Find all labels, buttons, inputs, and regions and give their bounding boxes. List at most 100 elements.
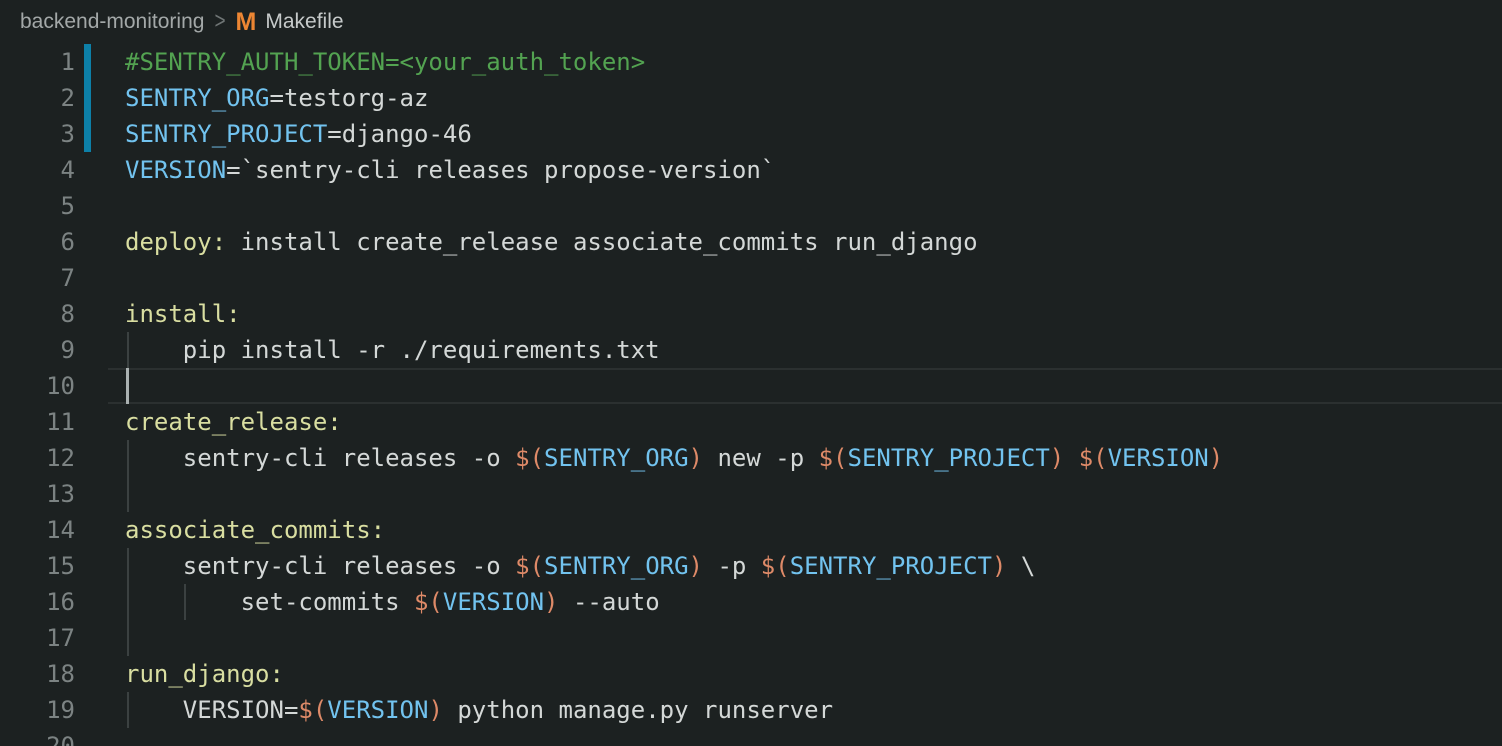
line-number[interactable]: 16 [0, 584, 75, 620]
code-content[interactable]: sentry-cli releases -o $(SENTRY_ORG) -p … [125, 548, 1502, 584]
line-row[interactable]: 16 set-commits $(VERSION) --auto [0, 584, 1502, 620]
breadcrumb: backend-monitoring > M Makefile [0, 0, 1502, 44]
line-number[interactable]: 2 [0, 80, 75, 116]
line-number[interactable]: 5 [0, 188, 75, 224]
line-row[interactable]: 7 [0, 260, 1502, 296]
chevron-right-icon: > [214, 8, 225, 36]
code-text: #SENTRY_AUTH_TOKEN=<your_auth_token> [125, 48, 645, 76]
gutter-decorations [75, 728, 125, 746]
gutter-decorations [75, 116, 125, 152]
line-row[interactable]: 5 [0, 188, 1502, 224]
code-content[interactable]: VERSION=$(VERSION) python manage.py runs… [125, 692, 1502, 728]
gutter-decorations [75, 296, 125, 332]
code-text: deploy: install create_release associate… [125, 228, 978, 256]
makefile-icon: M [236, 10, 257, 35]
line-number[interactable]: 19 [0, 692, 75, 728]
modified-indicator [84, 80, 91, 116]
code-text: SENTRY_ORG=testorg-az [125, 84, 428, 112]
line-row[interactable]: 1 #SENTRY_AUTH_TOKEN=<your_auth_token> [0, 44, 1502, 80]
breadcrumb-file[interactable]: Makefile [265, 10, 343, 34]
line-number[interactable]: 11 [0, 404, 75, 440]
code-text: sentry-cli releases -o $(SENTRY_ORG) new… [125, 444, 1223, 472]
code-text: sentry-cli releases -o $(SENTRY_ORG) -p … [125, 552, 1035, 580]
code-content[interactable]: deploy: install create_release associate… [125, 224, 1502, 260]
line-number[interactable]: 9 [0, 332, 75, 368]
gutter-decorations [75, 80, 125, 116]
line-row[interactable]: 9 pip install -r ./requirements.txt [0, 332, 1502, 368]
line-row[interactable]: 14 associate_commits: [0, 512, 1502, 548]
code-text: run_django: [125, 660, 284, 688]
line-number[interactable]: 12 [0, 440, 75, 476]
code-content[interactable]: #SENTRY_AUTH_TOKEN=<your_auth_token> [125, 44, 1502, 80]
gutter-decorations [75, 404, 125, 440]
line-row[interactable]: 15 sentry-cli releases -o $(SENTRY_ORG) … [0, 548, 1502, 584]
code-content[interactable]: create_release: [125, 404, 1502, 440]
line-number[interactable]: 7 [0, 260, 75, 296]
line-row[interactable]: 11 create_release: [0, 404, 1502, 440]
editor-lines[interactable]: 1 #SENTRY_AUTH_TOKEN=<your_auth_token> 2 SE… [0, 44, 1502, 746]
gutter-decorations [75, 440, 125, 476]
line-number[interactable]: 8 [0, 296, 75, 332]
line-row[interactable]: 10 [0, 368, 1502, 404]
code-content[interactable] [125, 188, 1502, 224]
code-text: install: [125, 300, 241, 328]
line-number[interactable]: 1 [0, 44, 75, 80]
code-text: set-commits $(VERSION) --auto [125, 588, 660, 616]
code-content[interactable]: install: [125, 296, 1502, 332]
gutter-decorations [75, 692, 125, 728]
code-content[interactable]: SENTRY_PROJECT=django-46 [125, 116, 1502, 152]
line-number[interactable]: 14 [0, 512, 75, 548]
line-row[interactable]: 12 sentry-cli releases -o $(SENTRY_ORG) … [0, 440, 1502, 476]
line-row[interactable]: 18 run_django: [0, 656, 1502, 692]
indent-guide [127, 476, 129, 512]
line-row[interactable]: 3 SENTRY_PROJECT=django-46 [0, 116, 1502, 152]
gutter-decorations [75, 476, 125, 512]
line-number[interactable]: 15 [0, 548, 75, 584]
line-row[interactable]: 4 VERSION=`sentry-cli releases propose-ve… [0, 152, 1502, 188]
code-content[interactable]: run_django: [125, 656, 1502, 692]
code-text: associate_commits: [125, 516, 385, 544]
line-number[interactable]: 6 [0, 224, 75, 260]
line-number[interactable]: 20 [0, 728, 75, 746]
line-row[interactable]: 17 [0, 620, 1502, 656]
line-number[interactable]: 10 [0, 368, 75, 404]
code-content[interactable]: associate_commits: [125, 512, 1502, 548]
line-row[interactable]: 19 VERSION=$(VERSION) python manage.py r… [0, 692, 1502, 728]
line-number[interactable]: 17 [0, 620, 75, 656]
code-content[interactable] [125, 476, 1502, 512]
gutter-decorations [75, 224, 125, 260]
line-number[interactable]: 13 [0, 476, 75, 512]
line-row[interactable]: 20 [0, 728, 1502, 746]
code-content[interactable]: SENTRY_ORG=testorg-az [125, 80, 1502, 116]
line-number[interactable]: 4 [0, 152, 75, 188]
line-row[interactable]: 13 [0, 476, 1502, 512]
line-number[interactable]: 3 [0, 116, 75, 152]
code-content[interactable]: sentry-cli releases -o $(SENTRY_ORG) new… [125, 440, 1502, 476]
code-text: VERSION=$(VERSION) python manage.py runs… [125, 696, 833, 724]
code-content[interactable]: pip install -r ./requirements.txt [125, 332, 1502, 368]
line-number[interactable]: 18 [0, 656, 75, 692]
code-text: create_release: [125, 408, 342, 436]
line-row[interactable]: 2 SENTRY_ORG=testorg-az [0, 80, 1502, 116]
modified-indicator [84, 116, 91, 152]
code-content[interactable] [125, 728, 1502, 746]
code-text: pip install -r ./requirements.txt [125, 336, 660, 364]
breadcrumb-folder[interactable]: backend-monitoring [20, 10, 204, 34]
code-content[interactable]: VERSION=`sentry-cli releases propose-ver… [125, 152, 1502, 188]
line-row[interactable]: 8 install: [0, 296, 1502, 332]
code-content[interactable] [125, 260, 1502, 296]
code-text: VERSION=`sentry-cli releases propose-ver… [125, 156, 775, 184]
gutter-decorations [75, 332, 125, 368]
indent-guide [127, 620, 129, 656]
text-cursor [126, 368, 129, 404]
code-content[interactable]: set-commits $(VERSION) --auto [125, 584, 1502, 620]
gutter-decorations [75, 188, 125, 224]
code-content[interactable] [125, 368, 1502, 404]
gutter-decorations [75, 548, 125, 584]
gutter-decorations [75, 152, 125, 188]
gutter-decorations [75, 512, 125, 548]
line-row[interactable]: 6 deploy: install create_release associat… [0, 224, 1502, 260]
modified-indicator [84, 44, 91, 80]
code-content[interactable] [125, 620, 1502, 656]
code-text: SENTRY_PROJECT=django-46 [125, 120, 472, 148]
